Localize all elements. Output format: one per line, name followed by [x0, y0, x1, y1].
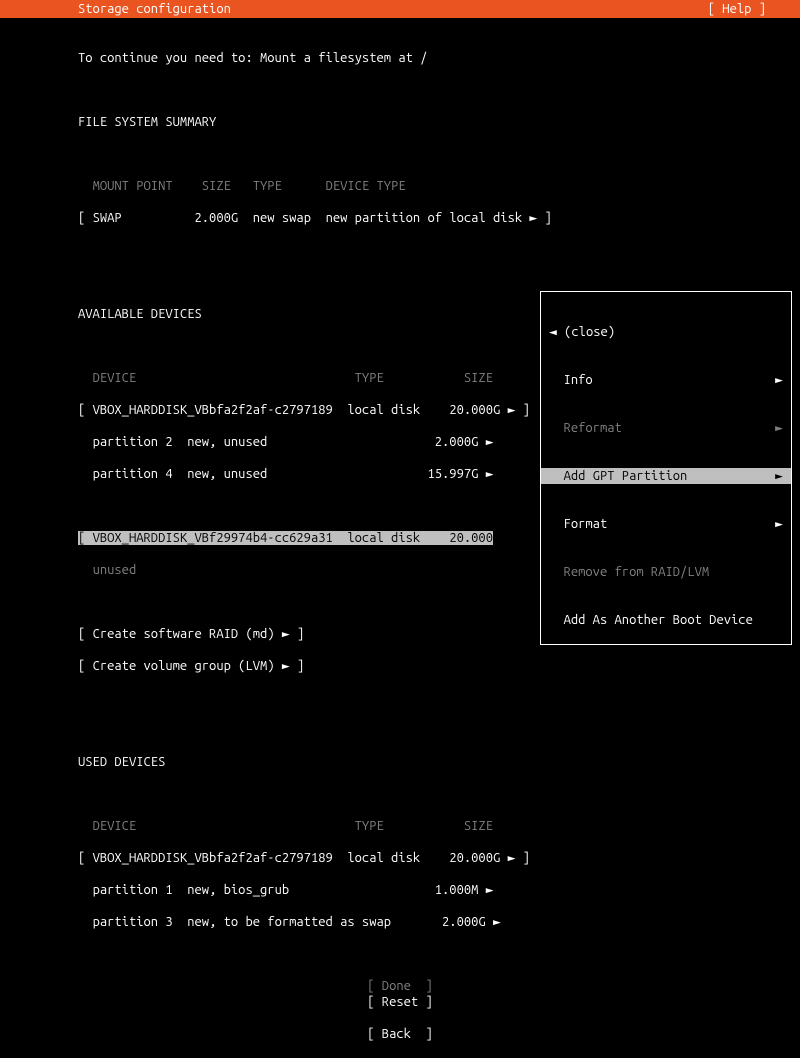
- chevron-left-icon: ◄: [549, 325, 557, 339]
- menu-reformat: Reformat►: [541, 420, 791, 436]
- header-bar: Storage configuration [ Help ]: [0, 0, 800, 18]
- fs-row-swap[interactable]: [ SWAP 2.000G new swap new partition of …: [78, 210, 800, 226]
- chevron-right-icon: ►: [775, 516, 783, 532]
- section-fs-summary: FILE SYSTEM SUMMARY: [78, 114, 800, 130]
- menu-info[interactable]: Info►: [541, 372, 791, 388]
- used-device[interactable]: [ VBOX_HARDDISK_VBbfa2f2af-c2797189 loca…: [78, 850, 800, 866]
- chevron-right-icon: ►: [486, 467, 494, 481]
- chevron-right-icon: ►: [775, 372, 783, 388]
- create-lvm-button[interactable]: [ Create volume group (LVM) ► ]: [78, 658, 800, 674]
- menu-format[interactable]: Format►: [541, 516, 791, 532]
- menu-add-boot-device[interactable]: Add As Another Boot Device: [541, 612, 791, 628]
- section-used: USED DEVICES: [78, 754, 800, 770]
- footer-buttons: [ Done ] [ Reset ] [ Back ]: [0, 962, 800, 1058]
- chevron-right-icon: ►: [775, 468, 783, 484]
- instruction-text: To continue you need to: Mount a filesys…: [78, 50, 800, 66]
- context-menu: ◄ (close) Info► Reformat► Add GPT Partit…: [540, 291, 792, 645]
- used-p3[interactable]: partition 3 new, to be formatted as swap…: [78, 914, 800, 930]
- chevron-right-icon: ►: [282, 627, 290, 641]
- reset-button[interactable]: [ Reset ]: [0, 994, 800, 1010]
- fs-header-row: MOUNT POINT SIZE TYPE DEVICE TYPE: [78, 178, 800, 194]
- page-title: Storage configuration: [0, 0, 231, 18]
- chevron-right-icon: ►: [508, 851, 516, 865]
- menu-close[interactable]: ◄ (close): [541, 324, 791, 340]
- used-header-row: DEVICE TYPE SIZE: [78, 818, 800, 834]
- chevron-right-icon: ►: [486, 883, 494, 897]
- used-p1[interactable]: partition 1 new, bios_grub 1.000M ►: [78, 882, 800, 898]
- chevron-right-icon: ►: [282, 659, 290, 673]
- chevron-right-icon: ►: [775, 420, 783, 436]
- menu-remove-raid-lvm: Remove from RAID/LVM: [541, 564, 791, 580]
- chevron-right-icon: ►: [486, 435, 494, 449]
- menu-add-gpt-partition[interactable]: Add GPT Partition►: [541, 468, 791, 484]
- help-button[interactable]: [ Help ]: [708, 0, 800, 18]
- done-button: [ Done ]: [367, 979, 433, 993]
- chevron-right-icon: ►: [529, 211, 537, 225]
- chevron-right-icon: ►: [508, 403, 516, 417]
- chevron-right-icon: ►: [493, 915, 501, 929]
- back-button[interactable]: [ Back ]: [0, 1026, 800, 1042]
